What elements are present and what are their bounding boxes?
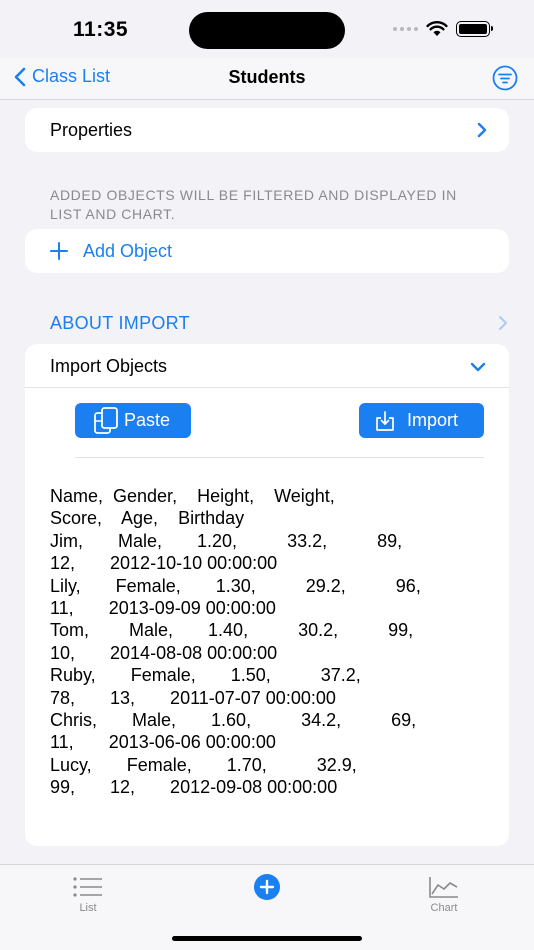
paste-button-label: Paste (124, 410, 171, 430)
import-button-label: Import (407, 410, 459, 430)
clipboard-icon (94, 406, 118, 434)
filter-button[interactable] (492, 65, 518, 96)
dynamic-island (189, 12, 345, 49)
line-chart-icon (429, 877, 458, 898)
import-text-line: 10, 2014-08-08 00:00:00 (50, 642, 278, 663)
tab-list[interactable]: List (68, 875, 108, 914)
navigation-bar: Class List Students (0, 58, 534, 100)
import-text-line: 99, 12, 2012-09-08 00:00:00 (50, 777, 338, 798)
import-text-line: 11, 2013-06-06 00:00:00 (50, 732, 276, 753)
tab-chart[interactable]: Chart (424, 875, 464, 914)
add-object-button[interactable]: Add Object (25, 229, 509, 273)
plus-circle-icon (254, 874, 280, 900)
import-text-line: 78, 13, 2011-07-07 00:00:00 (50, 687, 336, 708)
plus-icon (50, 242, 68, 260)
divider (75, 457, 484, 458)
home-indicator (172, 936, 362, 941)
about-import-link[interactable]: ABOUT IMPORT (50, 313, 190, 334)
tab-chart-label: Chart (430, 902, 458, 914)
import-text-line: Jim, Male, 1.20, 33.2, 89, (50, 530, 403, 551)
properties-row[interactable]: Properties (25, 108, 509, 152)
download-tray-icon (376, 410, 394, 431)
import-text-line: Score, Age, Birthday (50, 508, 245, 529)
status-time: 11:35 (73, 18, 129, 41)
import-text-line: Lucy, Female, 1.70, 32.9, (50, 754, 357, 775)
import-text-line: 11, 2013-09-09 00:00:00 (50, 598, 276, 619)
import-text-line: Tom, Male, 1.40, 30.2, 99, (50, 620, 414, 641)
properties-label: Properties (50, 120, 133, 140)
add-object-label: Add Object (83, 241, 173, 261)
import-text-line: Chris, Male, 1.60, 34.2, 69, (50, 710, 417, 731)
chevron-right-icon (499, 316, 507, 330)
divider (25, 387, 509, 388)
import-panel-title: Import Objects (50, 356, 168, 376)
status-icons (393, 21, 493, 37)
import-text-line: Lily, Female, 1.30, 29.2, 96, (50, 575, 421, 596)
import-button[interactable]: Import (359, 403, 484, 438)
status-bar: 11:35 (0, 0, 534, 58)
section-footer-note: ADDED OBJECTS WILL BE FILTERED AND DISPL… (50, 187, 457, 222)
tab-list-label: List (79, 902, 97, 914)
chevron-down-icon[interactable] (470, 362, 486, 372)
tab-add[interactable] (252, 873, 282, 904)
cellular-signal-icon (393, 27, 418, 31)
filter-lines-icon (492, 65, 518, 91)
wifi-icon (426, 21, 448, 36)
list-icon (73, 877, 102, 897)
import-text-line: Name, Gender, Height, Weight, (50, 486, 335, 506)
chevron-right-icon (477, 122, 487, 138)
import-text-line: Ruby, Female, 1.50, 37.2, (50, 665, 361, 686)
paste-button[interactable]: Paste (75, 403, 191, 438)
import-text-area[interactable]: Name, Gender, Height, Weight, Score, Age,… (50, 485, 470, 799)
page-title: Students (228, 67, 306, 87)
battery-icon (456, 21, 493, 37)
import-text-line: 12, 2012-10-10 00:00:00 (50, 553, 278, 574)
